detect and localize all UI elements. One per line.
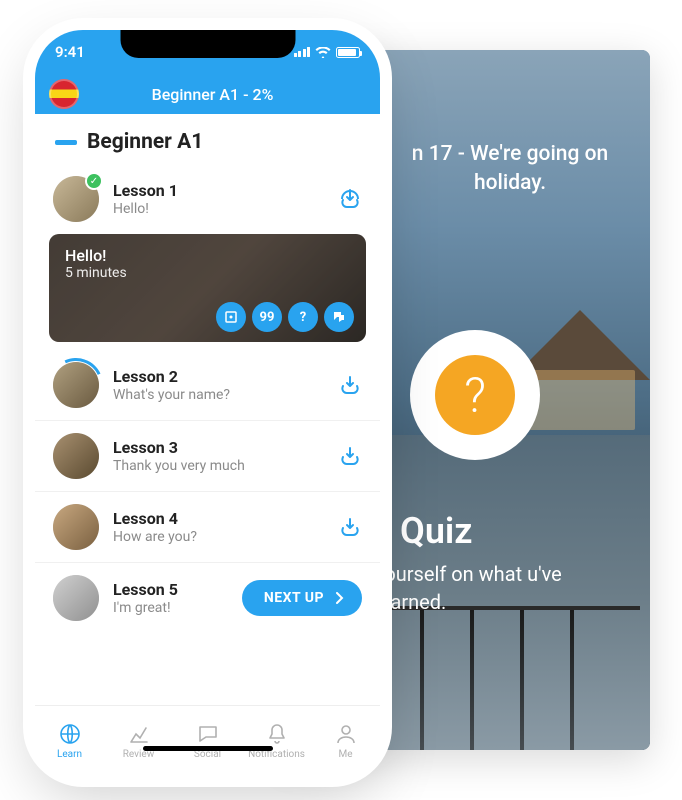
lesson-subtitle: Hello! xyxy=(113,201,324,217)
bell-icon xyxy=(265,722,289,746)
progress-badge[interactable]: 99 xyxy=(252,302,282,332)
tab-label: Learn xyxy=(57,749,82,760)
lesson-subtitle: I'm great! xyxy=(113,600,228,616)
lesson-row[interactable]: ✓ Lesson 1 Hello! xyxy=(35,164,380,234)
globe-icon xyxy=(58,722,82,746)
tab-label: Me xyxy=(338,749,352,760)
download-icon[interactable] xyxy=(338,187,362,211)
next-up-label: NEXT UP xyxy=(264,590,324,606)
app-header: Beginner A1 - 2% xyxy=(35,74,380,114)
question-mark-icon: ? xyxy=(435,355,515,435)
status-time: 9:41 xyxy=(55,43,85,61)
quiz-button[interactable]: ? xyxy=(410,330,540,460)
help-icon[interactable]: ? xyxy=(288,302,318,332)
chevron-right-icon xyxy=(336,592,344,604)
tab-learn[interactable]: Learn xyxy=(35,706,104,775)
lesson-avatar xyxy=(53,575,99,621)
language-flag-spanish[interactable] xyxy=(49,79,79,109)
lesson-avatar: ✓ xyxy=(53,176,99,222)
tab-review[interactable]: Review xyxy=(104,706,173,775)
lesson-subtitle: What's your name? xyxy=(113,387,324,403)
lesson-title: Lesson 1 xyxy=(113,181,324,200)
lesson-expanded-card[interactable]: Hello! 5 minutes 99 ? xyxy=(49,234,366,342)
check-icon: ✓ xyxy=(85,172,103,190)
signal-icon xyxy=(294,47,311,57)
section-title: Beginner A1 xyxy=(87,130,203,154)
chat-icon[interactable] xyxy=(324,302,354,332)
download-icon[interactable] xyxy=(338,373,362,397)
chart-icon xyxy=(127,722,151,746)
device-notch xyxy=(120,30,295,58)
lesson-subtitle: How are you? xyxy=(113,529,324,545)
download-icon[interactable] xyxy=(338,515,362,539)
tab-bar: Learn Review Social Notifications Me xyxy=(35,705,380,775)
lesson-title: Lesson 2 xyxy=(113,367,324,386)
wifi-icon xyxy=(315,47,331,58)
tab-notifications[interactable]: Notifications xyxy=(242,706,311,775)
vocab-icon[interactable] xyxy=(216,302,246,332)
home-indicator[interactable] xyxy=(143,746,273,751)
expanded-title: Hello! xyxy=(65,246,127,265)
user-icon xyxy=(334,722,358,746)
next-up-button[interactable]: NEXT UP xyxy=(242,580,362,616)
lesson-title: Lesson 4 xyxy=(113,509,324,528)
header-title: Beginner A1 - 2% xyxy=(89,85,336,104)
lesson-avatar xyxy=(53,362,99,408)
battery-icon xyxy=(336,47,360,58)
download-icon[interactable] xyxy=(338,444,362,468)
tab-social[interactable]: Social xyxy=(173,706,242,775)
lesson-row[interactable]: Lesson 3 Thank you very much xyxy=(35,421,380,492)
section-accent-bar xyxy=(55,140,77,145)
lesson-avatar xyxy=(53,504,99,550)
quiz-subtitle: yourself on what u've learned. xyxy=(375,560,625,616)
phone-frame: 9:41 Beginner A1 - 2% Beginner A1 ✓ Less… xyxy=(35,30,380,775)
chat-icon xyxy=(196,722,220,746)
lesson-row[interactable]: Lesson 5 I'm great! NEXT UP xyxy=(35,563,380,633)
lesson-subtitle: Thank you very much xyxy=(113,458,324,474)
bg-lesson-title: n 17 - We're going on holiday. xyxy=(390,140,630,199)
lesson-title: Lesson 3 xyxy=(113,438,324,457)
lesson-avatar xyxy=(53,433,99,479)
quiz-heading: Quiz xyxy=(400,510,472,552)
lesson-title: Lesson 5 xyxy=(113,580,228,599)
tab-me[interactable]: Me xyxy=(311,706,380,775)
lesson-row[interactable]: Lesson 2 What's your name? xyxy=(35,350,380,421)
section-header: Beginner A1 xyxy=(35,114,380,164)
lesson-row[interactable]: Lesson 4 How are you? xyxy=(35,492,380,563)
expanded-duration: 5 minutes xyxy=(65,265,127,281)
